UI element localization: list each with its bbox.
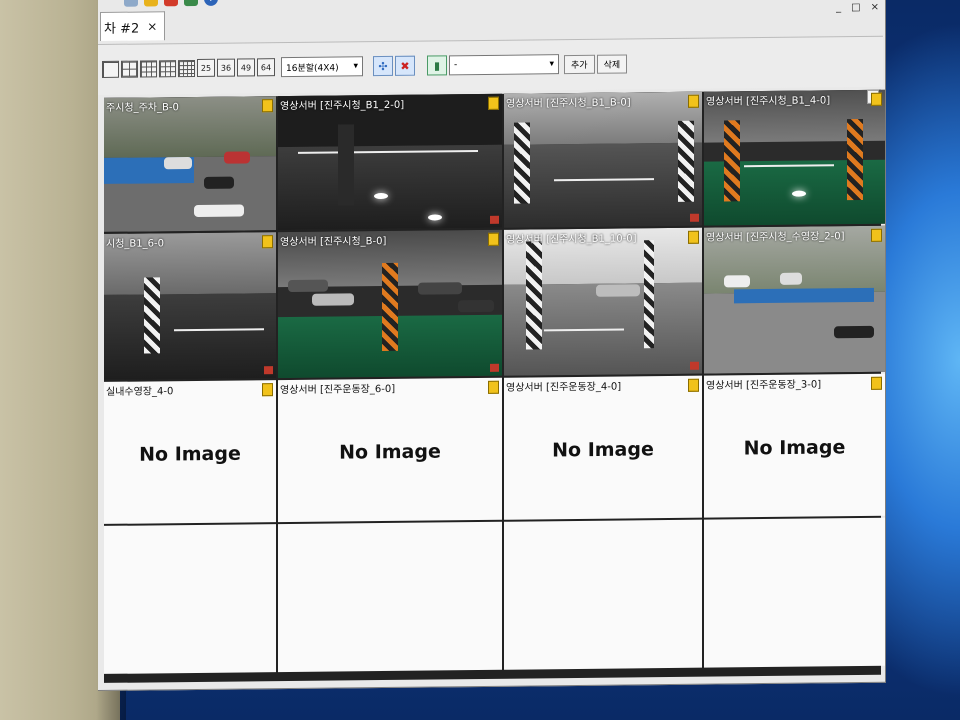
camera-feed [104, 232, 276, 380]
camera-label: 영상서버 [진주시청_B1_10-0] [506, 233, 637, 246]
no-image-message: No Image [552, 438, 654, 462]
quick-access-bar: ? [98, 0, 304, 12]
tab-close-icon[interactable]: × [147, 19, 157, 33]
monitor-icon[interactable] [124, 0, 138, 7]
help-icon[interactable]: ? [204, 0, 218, 6]
split-49-button[interactable]: 49 [237, 58, 255, 77]
camera-tile[interactable]: 영상서버 [진주시청_B-0] [278, 229, 502, 379]
status-badge [871, 92, 882, 106]
status-badge [488, 96, 499, 110]
no-image-message: No Image [139, 442, 241, 466]
tab-label: 차 #2 [104, 21, 140, 37]
split-mode-select[interactable]: 16분할(4X4) ▾ [281, 56, 363, 78]
tab-layout-2[interactable]: 차 #2 × [100, 11, 165, 41]
camera-label: 주시청_주차_B-0 [106, 102, 179, 114]
camera-tile[interactable]: 시청_B1_6-0 [104, 232, 276, 380]
record-icon [490, 363, 499, 372]
camera-tile[interactable]: 영상서버 [진주시청_B1_4-0] [704, 89, 885, 226]
camera-tile[interactable]: 영상서버 [진주시청_수영장_2-0] [704, 225, 885, 374]
camera-tile[interactable]: 실내수영장_4-0 No Image [104, 380, 276, 524]
camera-tile[interactable]: 영상서버 [진주시청_B1_B-0] [504, 91, 702, 228]
chevron-down-icon: ▾ [353, 61, 358, 72]
status-badge [688, 378, 699, 392]
status-badge [488, 380, 499, 394]
camera-feed [278, 93, 502, 231]
record-icon[interactable] [164, 0, 178, 7]
camera-tile[interactable]: 영상서버 [진주운동장_4-0] No Image [504, 375, 702, 520]
status-badge [871, 228, 882, 242]
camera-tile[interactable]: 주시청_주차_B-0 [104, 96, 276, 232]
close-window-button[interactable]: × [871, 2, 879, 13]
camera-feed [704, 89, 885, 226]
toolbar: 25 36 49 64 16분할(4X4) ▾ ✣ ✖ ▮ - ▾ 추가 삭제 [98, 35, 883, 95]
camera-label: 영상서버 [진주시청_수영장_2-0] [706, 231, 845, 244]
camera-tile-empty[interactable] [704, 517, 885, 668]
camera-feed [104, 96, 276, 232]
no-image-message: No Image [743, 436, 846, 460]
add-button[interactable]: 추가 [564, 54, 595, 74]
split-1-icon[interactable] [102, 60, 119, 78]
device-select[interactable]: - ▾ [449, 54, 559, 76]
camera-label: 영상서버 [진주운동장_6-0] [280, 383, 396, 397]
camera-tile[interactable]: 영상서버 [진주운동장_6-0] No Image [278, 377, 502, 523]
camera-label: 영상서버 [진주운동장_4-0] [506, 381, 622, 394]
camera-label: 시청_B1_6-0 [106, 238, 164, 250]
camera-tile-empty[interactable] [504, 519, 702, 670]
record-icon [264, 366, 273, 375]
camera-label: 실내수영장_4-0 [106, 386, 174, 398]
bookmark-green-icon[interactable]: ▮ [427, 55, 447, 76]
record-icon [690, 361, 699, 370]
status-badge [871, 376, 882, 390]
delete-button[interactable]: 삭제 [596, 53, 628, 74]
camera-feed [704, 225, 885, 374]
split-64-button[interactable]: 64 [257, 58, 275, 77]
expand-icon[interactable]: ✣ [373, 55, 393, 77]
status-badge [688, 230, 699, 244]
camera-grid: 주시청_주차_B-0 영상서버 [진주시청_B1_2-0] 영상서버 [진주시청… [104, 89, 885, 683]
window-controls: _ □ × [836, 2, 879, 13]
record-icon [490, 215, 499, 224]
split-6-icon[interactable] [140, 59, 157, 78]
camera-feed [504, 227, 702, 376]
camera-tile[interactable]: 영상서버 [진주시청_B1_10-0] [504, 227, 702, 376]
status-badge [262, 383, 273, 397]
maximize-button[interactable]: □ [851, 2, 860, 13]
no-image-message: No Image [339, 440, 441, 464]
minimize-button[interactable]: _ [836, 2, 841, 13]
camera-tile[interactable]: 영상서버 [진주시청_B1_2-0] [278, 93, 502, 231]
status-badge [262, 235, 273, 249]
chevron-down-icon: ▾ [549, 59, 554, 70]
record-icon [690, 213, 699, 222]
split-16-icon[interactable] [178, 59, 195, 77]
camera-label: 영상서버 [진주시청_B1_4-0] [706, 95, 831, 108]
camera-label: 영상서버 [진주운동장_3-0] [706, 379, 822, 392]
camera-label: 영상서버 [진주시청_B1_B-0] [506, 97, 631, 110]
split-25-button[interactable]: 25 [197, 58, 215, 77]
camera-feed [278, 229, 502, 379]
camera-tile-empty[interactable] [104, 524, 276, 674]
split-4-icon[interactable] [121, 60, 138, 78]
status-badge [262, 99, 273, 113]
split-mode-value: 16분할(4X4) [286, 62, 339, 74]
device-select-value: - [454, 60, 458, 71]
split-36-button[interactable]: 36 [217, 58, 235, 77]
camera-tile-empty[interactable] [278, 521, 502, 673]
split-9-icon[interactable] [159, 59, 176, 77]
star-icon[interactable] [144, 0, 158, 7]
bookmark-icon[interactable] [184, 0, 198, 7]
toolbar-row: 25 36 49 64 16분할(4X4) ▾ ✣ ✖ ▮ - ▾ 추가 삭제 [102, 53, 628, 78]
status-badge [488, 232, 499, 246]
camera-label: 영상서버 [진주시청_B1_2-0] [280, 99, 405, 113]
camera-label: 영상서버 [진주시청_B-0] [280, 235, 387, 249]
status-badge [688, 94, 699, 108]
close-all-icon[interactable]: ✖ [395, 55, 415, 76]
vms-window: ? _ □ × 차 #2 × 25 36 49 64 16분할(4X4) ▾ ✣… [98, 0, 886, 691]
camera-feed [504, 91, 702, 228]
camera-tile[interactable]: 영상서버 [진주운동장_3-0] No Image [704, 373, 885, 518]
